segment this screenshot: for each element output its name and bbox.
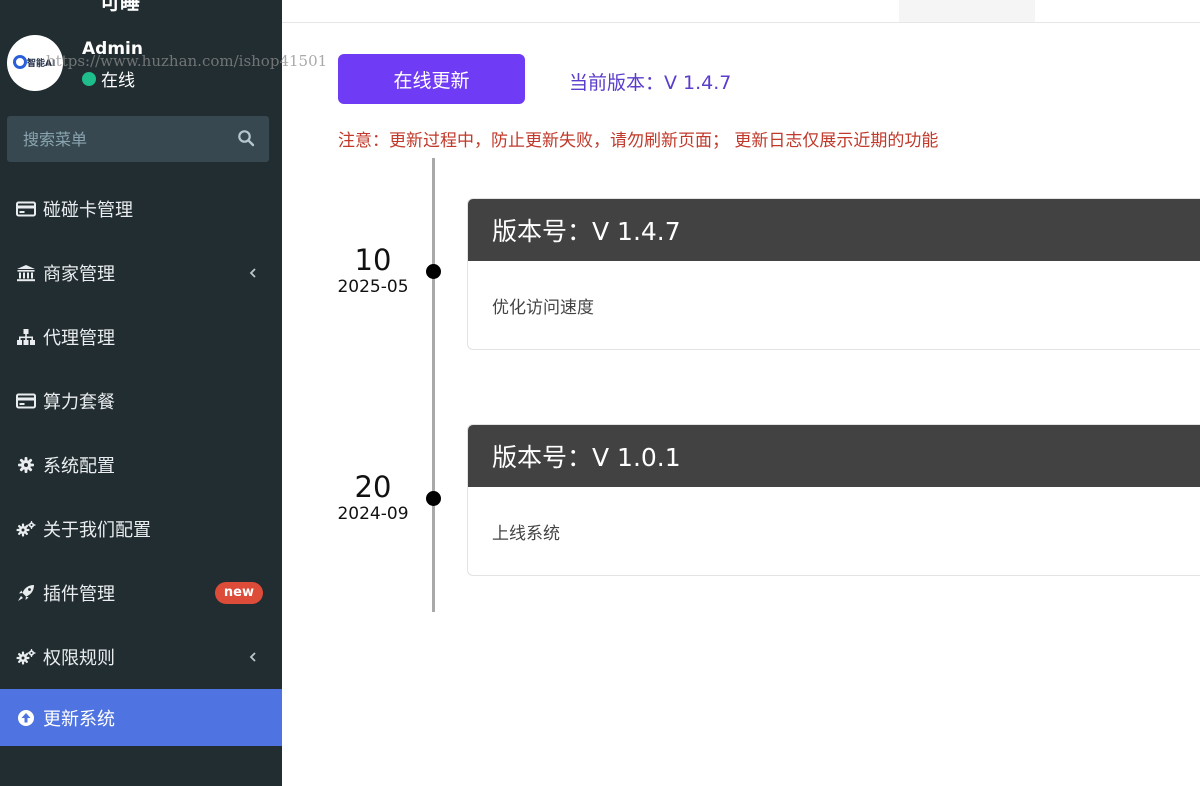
logo[interactable]: 可睡 [0,0,282,12]
timeline-card-title: 版本号：V 1.4.7 [468,199,1200,261]
timeline-day: 10 [354,243,392,277]
sidebar-item-plugin-management[interactable]: 插件管理 new [0,561,282,625]
gear-icon [16,455,36,475]
search-icon[interactable] [237,129,257,149]
sidebar-item-update-system[interactable]: 更新系统 [0,689,282,746]
sidebar-item-permission-rules[interactable]: 权限规则 [0,625,282,689]
timeline-card-title: 版本号：V 1.0.1 [468,425,1200,487]
sidebar-item-label: 算力套餐 [43,392,115,413]
timeline-card-content: 上线系统 [492,523,560,544]
sidebar-item-label: 权限规则 [43,648,115,669]
timeline-card-content: 优化访问速度 [492,297,594,318]
top-bar-tab[interactable] [899,0,1035,22]
sidebar-item-compute-package[interactable]: 算力套餐 [0,369,282,433]
new-badge: new [214,582,263,604]
sidebar-item-system-config[interactable]: 系统配置 [0,433,282,497]
arrow-circle-up-icon [16,708,36,728]
online-update-button[interactable]: 在线更新 [338,54,525,104]
online-status-icon [82,71,96,86]
sidebar-item-merchant-management[interactable]: 商家管理 [0,241,282,305]
sidebar-item-label: 系统配置 [43,456,115,477]
timeline-card: 版本号：V 1.4.7 优化访问速度 [467,198,1200,350]
timeline-date: 10 2025-05 [332,244,414,298]
search-input[interactable] [7,116,227,162]
sitemap-icon [16,327,36,347]
logo-ring-icon [13,55,27,69]
sidebar: 可睡 智能AI Admin 在线 碰碰卡管理 商家管理 [0,0,282,786]
credit-card-icon [16,199,36,219]
rocket-icon [16,583,36,603]
sidebar-item-label: 代理管理 [43,328,115,349]
timeline-dot [426,264,441,279]
timeline-date: 20 2024-09 [332,471,414,525]
sidebar-item-label: 插件管理 [43,584,115,605]
user-panel: 智能AI Admin 在线 [0,28,282,98]
sidebar-item-agent-management[interactable]: 代理管理 [0,305,282,369]
bank-icon [16,263,36,283]
gears-icon [16,519,36,539]
chevron-left-icon[interactable] [248,649,258,665]
current-version: 当前版本：V 1.4.7 [569,72,732,94]
timeline-month: 2024-09 [337,504,409,524]
sidebar-item-label: 更新系统 [43,708,115,730]
update-notice: 注意：更新过程中，防止更新失败，请勿刷新页面； 更新日志仅展示近期的功能 [338,131,939,151]
logo-text: 可睡 [100,0,140,12]
sidebar-item-label: 碰碰卡管理 [43,200,133,221]
avatar: 智能AI [7,35,63,91]
timeline-day: 20 [354,470,392,504]
user-name: Admin [82,39,143,59]
avatar-logo-mark: 智能AI [27,59,56,69]
sidebar-search [7,116,269,162]
timeline-card: 版本号：V 1.0.1 上线系统 [467,424,1200,576]
gears-icon [16,647,36,667]
timeline-line [432,158,435,612]
timeline-dot [426,491,441,506]
credit-card-icon [16,391,36,411]
chevron-left-icon[interactable] [248,265,258,281]
sidebar-menu: 碰碰卡管理 商家管理 代理管理 算力套餐 系统配置 关于我们配置 插件管理 ne… [0,177,282,746]
top-bar [282,0,1200,23]
user-status: 在线 [82,66,135,91]
sidebar-item-label: 关于我们配置 [43,520,151,541]
timeline-month: 2025-05 [337,277,409,297]
sidebar-item-card-management[interactable]: 碰碰卡管理 [0,177,282,241]
sidebar-item-about-config[interactable]: 关于我们配置 [0,497,282,561]
user-status-label: 在线 [101,71,135,91]
sidebar-item-label: 商家管理 [43,264,115,285]
